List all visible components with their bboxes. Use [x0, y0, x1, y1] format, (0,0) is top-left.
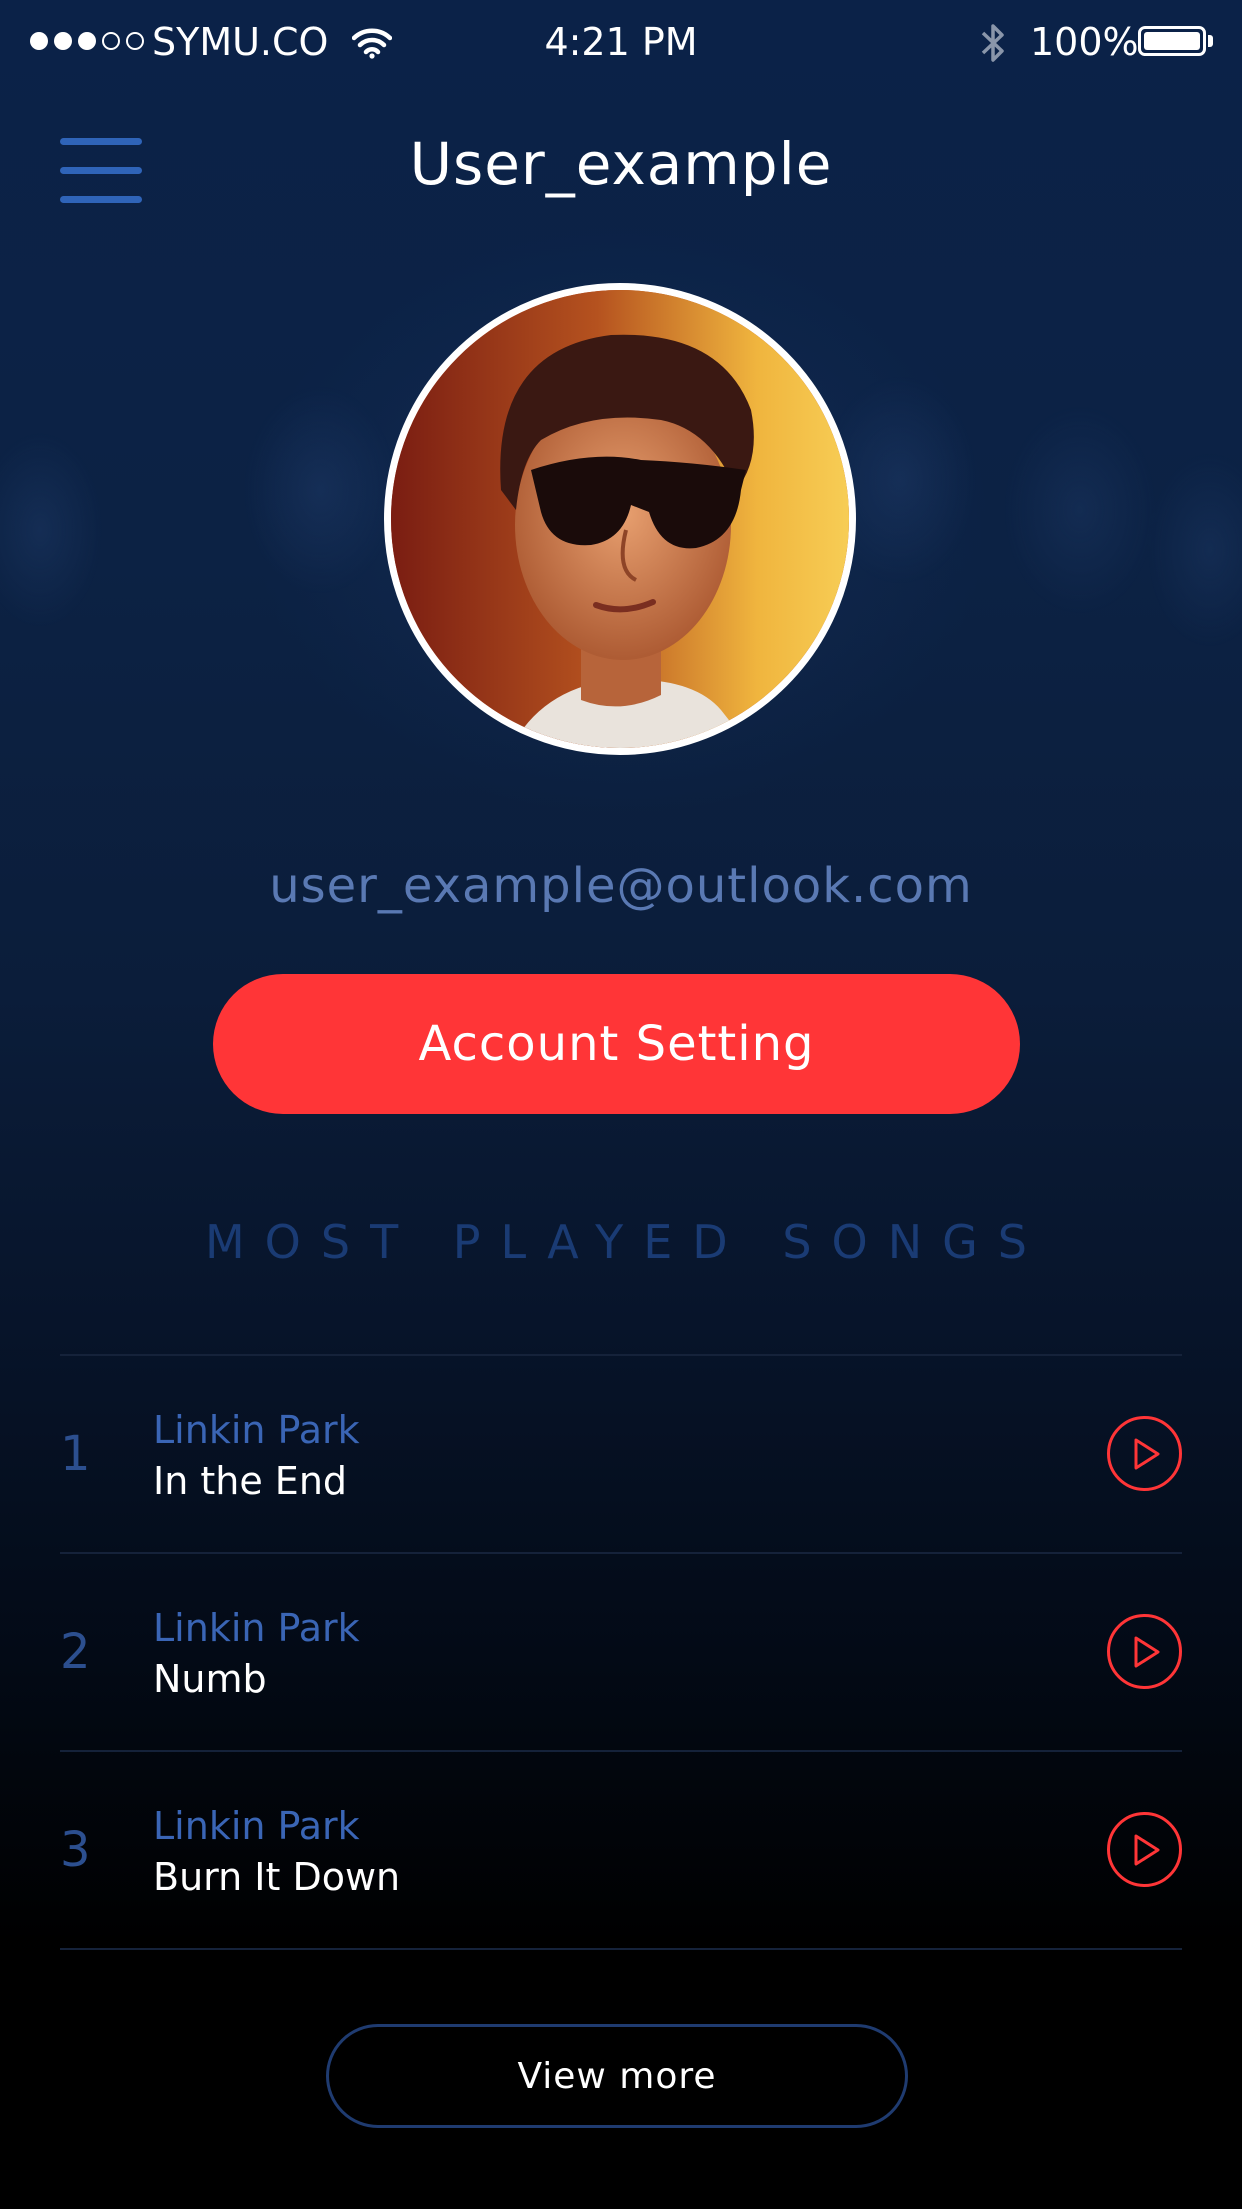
play-button[interactable]: [1107, 1416, 1182, 1491]
status-bar: SYMU.CO 4:21 PM 100%: [0, 0, 1242, 86]
song-rank: 1: [60, 1426, 91, 1482]
song-artist: Linkin Park: [153, 1408, 360, 1452]
battery-percentage: 100%: [1030, 20, 1139, 64]
song-rank: 2: [60, 1624, 91, 1680]
song-artist: Linkin Park: [153, 1606, 360, 1650]
song-row[interactable]: 3 Linkin Park Burn It Down: [60, 1752, 1182, 1948]
user-email: user_example@outlook.com: [269, 858, 973, 914]
song-row[interactable]: 1 Linkin Park In the End: [60, 1356, 1182, 1552]
song-title: In the End: [153, 1459, 348, 1503]
song-rank: 3: [60, 1822, 91, 1878]
page-title: User_example: [409, 130, 833, 198]
song-row[interactable]: 2 Linkin Park Numb: [60, 1554, 1182, 1750]
battery-icon: [1138, 26, 1206, 56]
view-more-button[interactable]: View more: [326, 2024, 908, 2128]
song-artist: Linkin Park: [153, 1804, 360, 1848]
play-button[interactable]: [1107, 1614, 1182, 1689]
battery-fill: [1144, 32, 1200, 50]
play-icon: [1134, 1438, 1159, 1469]
avatar[interactable]: [384, 283, 856, 755]
play-button[interactable]: [1107, 1812, 1182, 1887]
battery-cap: [1208, 35, 1213, 47]
song-title: Numb: [153, 1657, 267, 1701]
play-icon: [1134, 1834, 1159, 1865]
most-played-songs-list: 1 Linkin Park In the End 2 Linkin Park N…: [60, 1354, 1182, 1950]
song-title: Burn It Down: [153, 1855, 401, 1899]
account-setting-button[interactable]: Account Setting: [213, 974, 1020, 1114]
bluetooth-icon: [978, 20, 1008, 75]
list-divider: [60, 1948, 1182, 1950]
profile-screen: SYMU.CO 4:21 PM 100% User_example user_e…: [0, 0, 1242, 2209]
section-title-most-played: MOST PLAYED SONGS: [204, 1215, 1047, 1269]
play-icon: [1134, 1636, 1159, 1667]
